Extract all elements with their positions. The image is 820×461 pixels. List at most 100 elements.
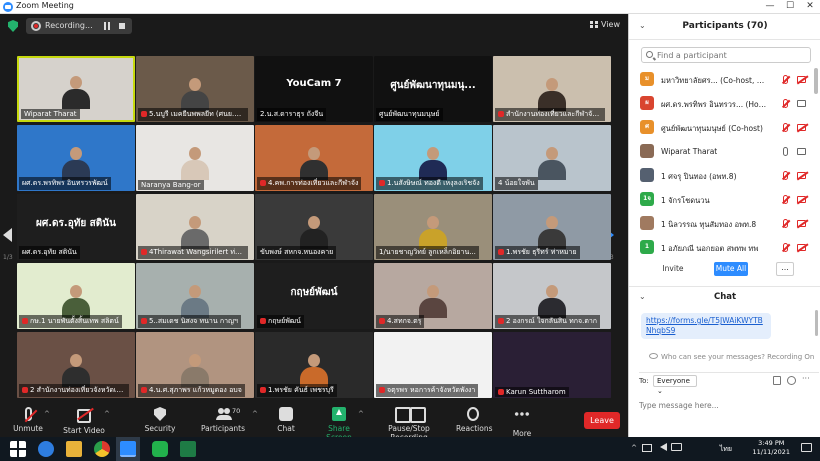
- chat-message-link[interactable]: https://forms.gle/T5JWAiKWYTBNhqbS9: [641, 313, 771, 339]
- more-button[interactable]: More: [510, 407, 534, 438]
- security-button[interactable]: Security: [144, 407, 176, 433]
- unmute-button[interactable]: Unmute: [12, 407, 44, 433]
- reactions-button[interactable]: Reactions: [456, 407, 492, 433]
- chat-message-input[interactable]: [639, 390, 811, 420]
- mic-muted-icon[interactable]: [783, 243, 788, 252]
- zoom-app-icon[interactable]: [120, 441, 136, 457]
- participant-video-tile[interactable]: 5.นบูรี เมคยีนพพลยีท (ศนย.พศ.ง...: [136, 56, 254, 122]
- participant-row[interactable]: 1 นิลวรรณ ทุนสัมทอง อพท.8: [629, 212, 813, 236]
- participant-video-tile[interactable]: 4Thirawat Wangsiri​lert ท่อ...: [136, 194, 254, 260]
- volume-icon[interactable]: [660, 443, 667, 451]
- mic-muted-icon[interactable]: [783, 171, 788, 180]
- video-off-icon[interactable]: [797, 76, 806, 83]
- participant-video-tile[interactable]: 4.สทกจ.ตรุ: [374, 263, 492, 329]
- participant-row[interactable]: Wiparat Tharat: [629, 140, 813, 164]
- leave-button[interactable]: Leave: [584, 412, 620, 429]
- muted-mic-icon: [260, 387, 266, 393]
- to-label: To:: [639, 377, 649, 385]
- chat-panel-header: ⌄ Chat: [629, 286, 820, 306]
- participants-scrollbar[interactable]: [814, 68, 818, 94]
- excel-icon[interactable]: [180, 441, 196, 457]
- chat-privacy-notice[interactable]: Who can see your messages? Recording On: [649, 353, 814, 361]
- participant-row[interactable]: 1 ศจรุ ปินทอง (อพท.8): [629, 164, 813, 188]
- taskbar-clock[interactable]: 3:49 PM 11/11/2021: [753, 439, 790, 457]
- participant-video-tile[interactable]: ขับพงษ์ สหกจ.หนองคาย: [255, 194, 373, 260]
- participant-video-tile[interactable]: 4 น้อยใจพัน: [493, 125, 611, 191]
- mic-muted-icon[interactable]: [783, 219, 788, 228]
- participant-video-tile[interactable]: จตุรพร หอการค้าจังหวัดพังงา: [374, 332, 492, 398]
- share-options-caret-icon[interactable]: ^: [358, 410, 364, 418]
- participants-options-caret-icon[interactable]: ^: [252, 410, 258, 418]
- participant-search-input[interactable]: [657, 49, 807, 61]
- participant-video-tile[interactable]: ศูนย์พัฒนาทุนมนุ... ศูนย์พัฒนาทุนมนุษย์: [374, 56, 492, 122]
- chrome-icon[interactable]: [94, 441, 110, 457]
- participant-video-tile[interactable]: 1.นสังษิษณ์ ทองดี เหงุลงเริชจัง: [374, 125, 492, 191]
- edge-browser-icon[interactable]: [38, 441, 54, 457]
- participant-video-tile[interactable]: 2 องกรณ์ ใจกลันสิน ทกจ.ตาก: [493, 263, 611, 329]
- participant-video-tile[interactable]: Wiparat Tharat: [17, 56, 135, 122]
- participant-video-tile[interactable]: สำนักงานท่องเที่ยวและกีฬาจังหวั...: [493, 56, 611, 122]
- mic-on-icon[interactable]: [783, 147, 788, 156]
- chat-button[interactable]: Chat: [274, 407, 298, 433]
- file-explorer-icon[interactable]: [66, 441, 82, 457]
- participant-video-tile[interactable]: 1.พรชัย คันธ์ เพชรบุรี: [255, 332, 373, 398]
- stop-recording-icon[interactable]: [119, 23, 125, 29]
- video-options-caret-icon[interactable]: ^: [104, 410, 110, 418]
- participant-search-box[interactable]: [641, 47, 811, 63]
- participant-video-tile[interactable]: 1.พรชัย ธุรีทร์ ท่าหมาย: [493, 194, 611, 260]
- mic-muted-icon[interactable]: [783, 75, 788, 84]
- video-off-icon[interactable]: [797, 244, 806, 251]
- mic-muted-icon[interactable]: [783, 123, 788, 132]
- windows-start-icon[interactable]: [10, 441, 26, 457]
- participant-video-tile[interactable]: 2 สำนักงานท่องเที่ยวจังหวัดเพ็ชร: [17, 332, 135, 398]
- participant-video-tile[interactable]: ผศ.ดร.พรทิพร อินทรวรพัฒน์: [17, 125, 135, 191]
- previous-page-arrow-icon[interactable]: [3, 228, 12, 242]
- invite-button[interactable]: Invite: [659, 262, 687, 276]
- participant-video-tile[interactable]: กฤษย์พัฒน์ กฤษย์พัฒน์: [255, 263, 373, 329]
- video-on-icon[interactable]: [797, 100, 806, 107]
- participant-video-tile[interactable]: YouCam 7 2.น.ส.ดาราธุร ถังจีน: [255, 56, 373, 122]
- maximize-button[interactable]: ☐: [780, 0, 800, 13]
- participant-row[interactable]: ผ ผศ.ดร.พรทิพร อินทรวร... (Host): [629, 92, 813, 116]
- participant-video-tile[interactable]: 4.คพ.การท่องเที่ยวและกีฬาจัง: [255, 125, 373, 191]
- participant-row[interactable]: ม มหาวิทยาลัยศร... (Co-host, me): [629, 68, 813, 92]
- encryption-shield-icon[interactable]: [8, 20, 18, 32]
- chat-scrollbar[interactable]: [815, 310, 818, 336]
- participant-video-tile[interactable]: 1/นายชาญวิทย์ ลูกเหล็กอิยาน...: [374, 194, 492, 260]
- close-button[interactable]: ✕: [800, 0, 820, 13]
- participant-head: [70, 354, 82, 367]
- participants-more-button[interactable]: ...: [776, 262, 794, 276]
- network-icon[interactable]: [642, 444, 652, 452]
- video-on-icon[interactable]: [797, 148, 806, 155]
- mic-muted-icon[interactable]: [783, 195, 788, 204]
- video-off-icon[interactable]: [797, 124, 806, 131]
- participant-row[interactable]: 1 1 อภัยภณี นอกยอต สพทพ ทพ: [629, 236, 813, 260]
- participant-row[interactable]: 1จ 1 จักรโชดนวน: [629, 188, 813, 212]
- video-off-icon[interactable]: [797, 172, 806, 179]
- participant-row[interactable]: ศ ศูนย์พัฒนาทุนมนุษย์ (Co-host): [629, 116, 813, 140]
- line-app-icon[interactable]: [152, 441, 168, 457]
- file-share-icon[interactable]: [773, 376, 781, 385]
- mute-all-button[interactable]: Mute All: [714, 262, 748, 276]
- notifications-icon[interactable]: [801, 443, 812, 452]
- keyboard-icon[interactable]: [671, 443, 682, 451]
- view-button[interactable]: View: [590, 20, 620, 29]
- participant-video-tile[interactable]: 4.น.ศ.สุภาพร แก้วหมูดอง อบจ: [136, 332, 254, 398]
- participant-video-tile[interactable]: 5..สมเดช นิสงจ ทนาน กาญฯ: [136, 263, 254, 329]
- audio-options-caret-icon[interactable]: ^: [44, 410, 50, 418]
- participant-video-tile[interactable]: Naranya Bang-or: [136, 125, 254, 191]
- pause-recording-icon[interactable]: [104, 22, 110, 30]
- participant-video-tile[interactable]: กษ.1 นายพันตั้งสิ้นเทพ สลิตน์: [17, 263, 135, 329]
- mic-muted-icon[interactable]: [783, 99, 788, 108]
- participant-video-tile[interactable]: ผศ.ดร.อุทัย สตินัน ผศ.ดร.อุทัย สตินัน: [17, 194, 135, 260]
- emoji-icon[interactable]: [787, 376, 796, 385]
- show-hidden-icons-icon[interactable]: ^: [631, 444, 637, 452]
- video-off-icon[interactable]: [797, 220, 806, 227]
- minimize-button[interactable]: —: [760, 0, 780, 13]
- video-off-icon[interactable]: [797, 196, 806, 203]
- recipient-dropdown[interactable]: Everyone ⌄: [653, 375, 697, 395]
- chat-more-icon[interactable]: ···: [802, 374, 810, 383]
- input-language[interactable]: ไทย: [720, 444, 732, 455]
- start-video-button[interactable]: Start Video: [62, 407, 106, 435]
- participant-video-tile[interactable]: Karun Suttharom: [493, 332, 611, 398]
